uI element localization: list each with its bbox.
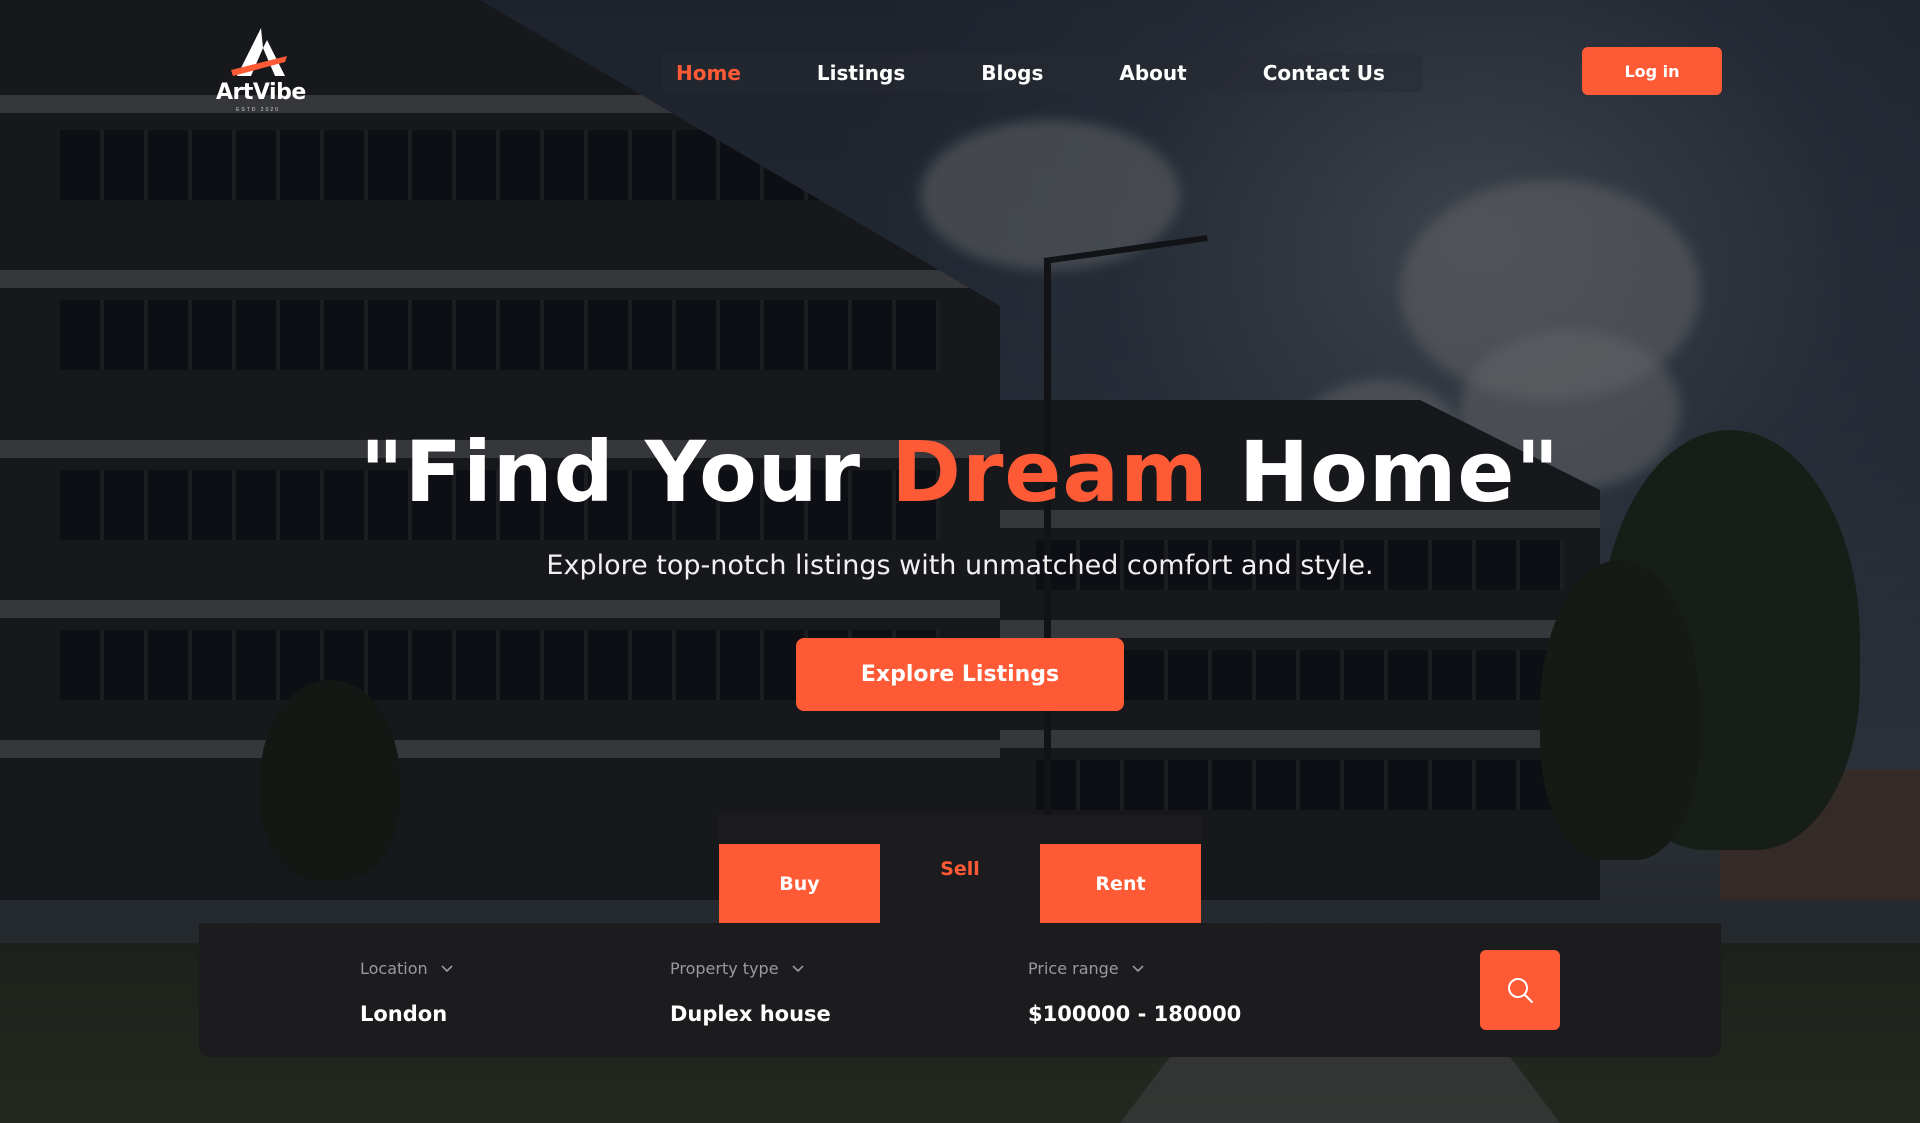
price-range-value: $100000 - 180000 [1028, 1002, 1242, 1026]
property-type-value: Duplex house [670, 1002, 831, 1026]
nav-item-contact-us[interactable]: Contact Us [1225, 61, 1423, 85]
location-dropdown[interactable]: Location London [360, 959, 454, 1026]
price-range-dropdown[interactable]: Price range $100000 - 180000 [1028, 959, 1241, 1026]
hero-subtitle: Explore top-notch listings with unmatche… [546, 550, 1374, 581]
hero-headline: "Find Your Dream Home" [0, 422, 1920, 522]
nav-item-about[interactable]: About [1081, 61, 1224, 85]
location-label: Location [360, 959, 454, 978]
location-value: London [360, 1002, 448, 1026]
login-button[interactable]: Log in [1582, 47, 1722, 95]
property-type-dropdown[interactable]: Property type Duplex house [670, 959, 831, 1026]
nav-item-listings[interactable]: Listings [779, 61, 943, 85]
property-search-bar: Location London Property type Duplex hou… [199, 923, 1721, 1057]
headline-part-1: "Find Your [359, 423, 892, 521]
brand-logo[interactable]: ArtVibe ESTD 2020 [216, 26, 306, 113]
nav-item-blogs[interactable]: Blogs [943, 61, 1081, 85]
main-navigation: Home Listings Blogs About Contact Us [662, 54, 1423, 92]
headline-part-2: Home" [1208, 423, 1561, 521]
chevron-down-icon [441, 964, 453, 972]
logo-mark-icon [231, 28, 287, 76]
property-type-label: Property type [670, 959, 831, 978]
tab-rent[interactable]: Rent [1040, 844, 1201, 923]
brand-name: ArtVibe [216, 80, 306, 105]
tab-buy[interactable]: Buy [719, 844, 880, 923]
nav-item-home[interactable]: Home [662, 61, 779, 85]
tab-sell[interactable]: Sell [880, 844, 1040, 894]
chevron-down-icon [791, 964, 804, 972]
brand-tagline: ESTD 2020 [236, 107, 280, 113]
search-button[interactable] [1480, 950, 1560, 1030]
search-icon [1508, 978, 1533, 1003]
price-range-label: Price range [1028, 959, 1241, 978]
headline-accent: Dream [891, 423, 1209, 521]
chevron-down-icon [1132, 964, 1144, 972]
explore-listings-button[interactable]: Explore Listings [796, 638, 1124, 711]
listing-mode-tabs: Buy Sell Rent [719, 815, 1201, 923]
